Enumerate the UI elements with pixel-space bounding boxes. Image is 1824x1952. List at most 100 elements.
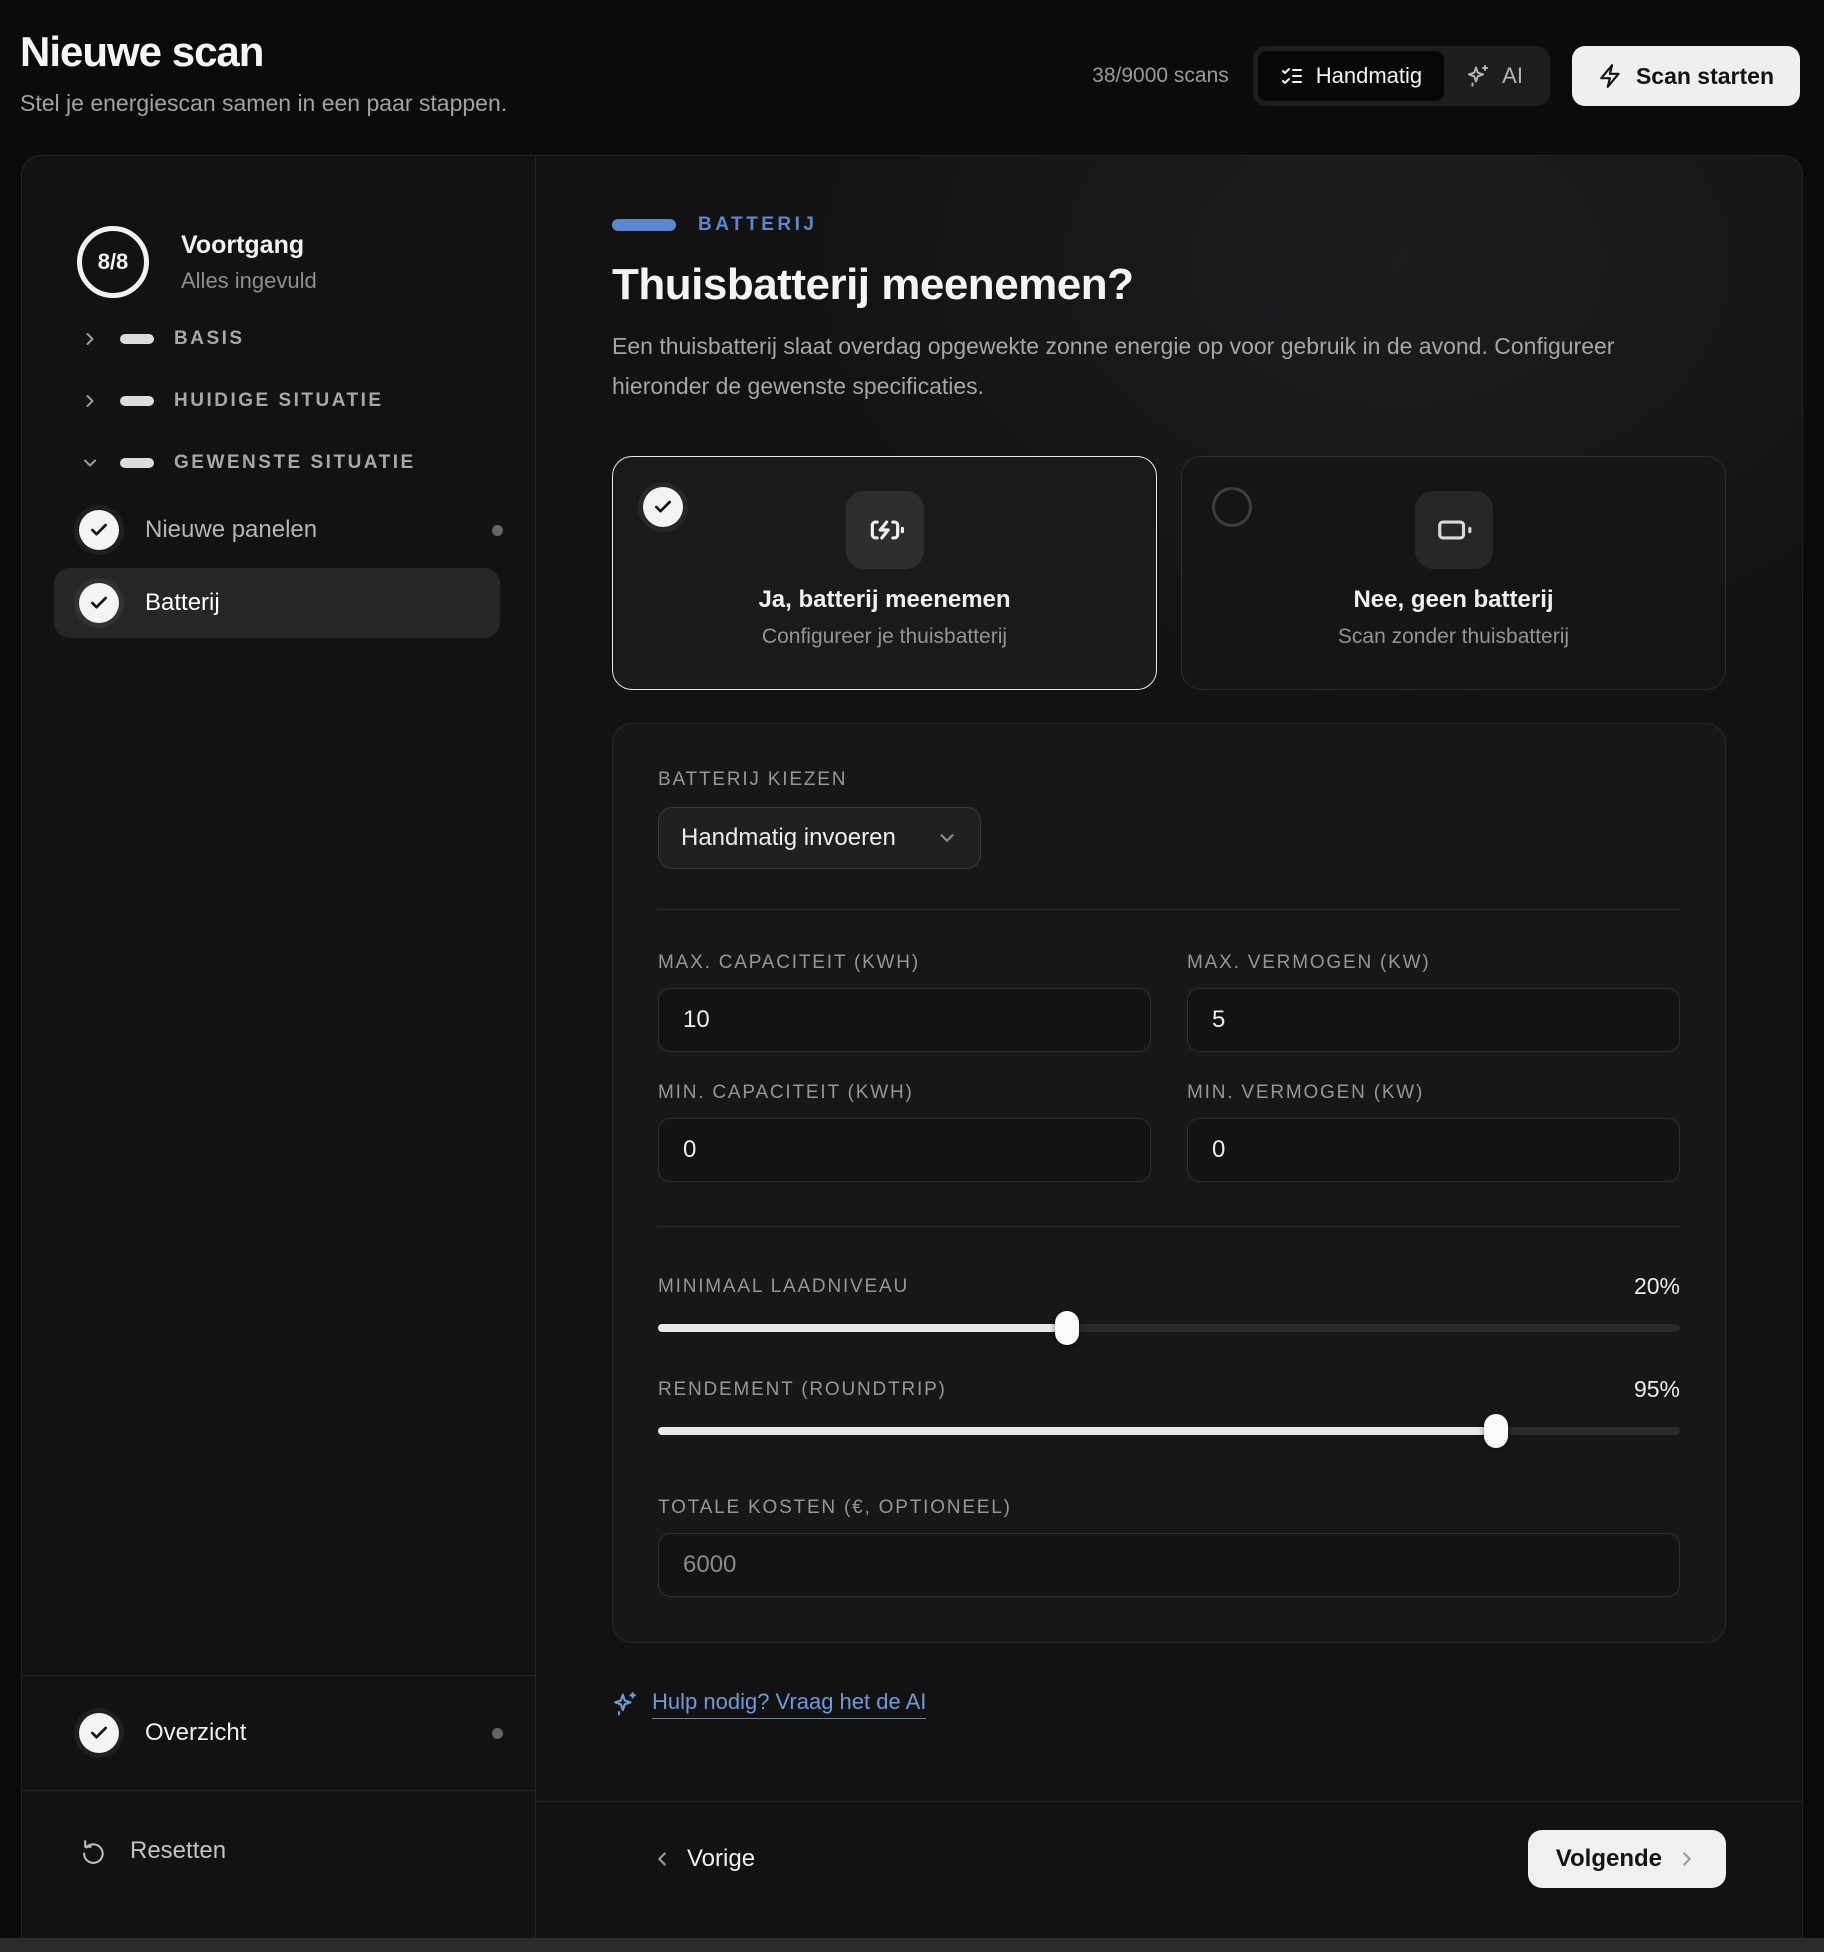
slider-head: MINIMAAL LAADNIVEAU 20% bbox=[658, 1273, 1680, 1300]
battery-charging-icon bbox=[846, 491, 924, 569]
progress-title: Voortgang bbox=[181, 231, 317, 260]
step-description: Een thuisbatterij slaat overdag opgewekt… bbox=[612, 326, 1617, 406]
scan-start-label: Scan starten bbox=[1636, 63, 1774, 90]
option-card-yes[interactable]: Ja, batterij meenemen Configureer je thu… bbox=[612, 456, 1157, 690]
chevron-right-icon bbox=[80, 329, 100, 349]
sidebar-item-nieuwe-panelen[interactable]: Nieuwe panelen bbox=[22, 494, 535, 566]
lightning-icon bbox=[1598, 63, 1624, 89]
scan-start-button[interactable]: Scan starten bbox=[1572, 46, 1800, 106]
sidebar-item-label: Nieuwe panelen bbox=[145, 516, 317, 544]
sparkles-icon bbox=[612, 1691, 638, 1717]
sidebar-section-label: HUIDIGE SITUATIE bbox=[174, 390, 384, 412]
slider-track[interactable] bbox=[658, 1427, 1680, 1435]
mode-ai-label: AI bbox=[1502, 63, 1523, 89]
check-circle-icon bbox=[79, 1713, 119, 1753]
progress-ring: 8/8 bbox=[77, 226, 149, 298]
selected-check-icon bbox=[643, 487, 683, 527]
slider-roundtrip-efficiency: RENDEMENT (ROUNDTRIP) 95% bbox=[658, 1376, 1680, 1435]
field-label: MIN. CAPACITEIT (KWH) bbox=[658, 1082, 1151, 1104]
ai-help-label: Hulp nodig? Vraag het de AI bbox=[652, 1689, 926, 1719]
main-inner: BATTERIJ Thuisbatterij meenemen? Een thu… bbox=[612, 156, 1726, 1722]
slider-thumb[interactable] bbox=[1484, 1414, 1508, 1448]
option-card-no[interactable]: Nee, geen batterij Scan zonder thuisbatt… bbox=[1181, 456, 1726, 690]
ai-help-link[interactable]: Hulp nodig? Vraag het de AI bbox=[612, 1689, 926, 1719]
mode-manual-button[interactable]: Handmatig bbox=[1258, 51, 1444, 101]
mode-ai-button[interactable]: AI bbox=[1444, 51, 1545, 101]
section-progress-pill bbox=[120, 334, 154, 344]
min-capacity-input[interactable] bbox=[658, 1118, 1151, 1182]
chevron-left-icon bbox=[651, 1848, 673, 1870]
slider-fill bbox=[658, 1427, 1496, 1435]
slider-head: RENDEMENT (ROUNDTRIP) 95% bbox=[658, 1376, 1680, 1403]
slider-min-charge-level: MINIMAAL LAADNIVEAU 20% bbox=[658, 1273, 1680, 1332]
slider-fill bbox=[658, 1324, 1067, 1332]
wizard-footer: Vorige Volgende bbox=[537, 1801, 1802, 1938]
chevron-down-icon bbox=[80, 453, 100, 473]
slider-value: 95% bbox=[1634, 1376, 1680, 1403]
slider-thumb[interactable] bbox=[1055, 1311, 1079, 1345]
sidebar-section-basis[interactable]: BASIS bbox=[22, 308, 535, 370]
sidebar: 8/8 Voortgang Alles ingevuld BASIS HUID bbox=[22, 156, 536, 1938]
section-progress-pill bbox=[120, 458, 154, 468]
sidebar-item-label: Overzicht bbox=[145, 1719, 246, 1747]
sidebar-section-label: GEWENSTE SITUATIE bbox=[174, 452, 416, 474]
slider-track[interactable] bbox=[658, 1324, 1680, 1332]
content-panel: 8/8 Voortgang Alles ingevuld BASIS HUID bbox=[21, 155, 1803, 1938]
section-tag: BATTERIJ bbox=[612, 156, 1726, 236]
battery-select-dropdown[interactable]: Handmatig invoeren bbox=[658, 807, 981, 869]
progress-subtitle: Alles ingevuld bbox=[181, 268, 317, 294]
page-subtitle: Stel je energiescan samen in een paar st… bbox=[20, 90, 507, 117]
radio-unselected-icon bbox=[1212, 487, 1252, 527]
section-tag-label: BATTERIJ bbox=[698, 214, 817, 236]
status-dot bbox=[492, 525, 503, 536]
sidebar-item-batterij[interactable]: Batterij bbox=[54, 568, 500, 638]
previous-button[interactable]: Vorige bbox=[651, 1830, 755, 1888]
field-total-cost: TOTALE KOSTEN (€, OPTIONEEL) bbox=[658, 1497, 1680, 1597]
status-dot bbox=[492, 1728, 503, 1739]
list-checks-icon bbox=[1280, 64, 1304, 88]
divider bbox=[658, 1226, 1680, 1227]
progress-fraction: 8/8 bbox=[98, 249, 129, 275]
battery-select-value: Handmatig invoeren bbox=[681, 824, 896, 852]
field-min-capacity: MIN. CAPACITEIT (KWH) bbox=[658, 1082, 1151, 1182]
step-heading: Thuisbatterij meenemen? bbox=[612, 260, 1726, 310]
previous-label: Vorige bbox=[687, 1845, 755, 1873]
divider bbox=[658, 909, 1680, 910]
capacity-fields: MAX. CAPACITEIT (KWH) MAX. VERMOGEN (KW)… bbox=[658, 952, 1680, 1182]
field-label: TOTALE KOSTEN (€, OPTIONEEL) bbox=[658, 1497, 1680, 1519]
page-title: Nieuwe scan bbox=[20, 28, 507, 76]
sidebar-section-huidige-situatie[interactable]: HUIDIGE SITUATIE bbox=[22, 370, 535, 432]
battery-options: Ja, batterij meenemen Configureer je thu… bbox=[612, 456, 1726, 690]
progress-summary: 8/8 Voortgang Alles ingevuld bbox=[22, 156, 535, 298]
sidebar-item-label: Batterij bbox=[145, 589, 220, 617]
max-capacity-input[interactable] bbox=[658, 988, 1151, 1052]
chevron-right-icon bbox=[1676, 1848, 1698, 1870]
sidebar-nav: BASIS HUIDIGE SITUATIE GEWENSTE SITUATIE bbox=[22, 308, 535, 638]
field-label: MAX. VERMOGEN (KW) bbox=[1187, 952, 1680, 974]
next-label: Volgende bbox=[1556, 1845, 1662, 1873]
sidebar-section-gewenste-situatie[interactable]: GEWENSTE SITUATIE bbox=[22, 432, 535, 494]
sidebar-item-overzicht[interactable]: Overzicht bbox=[22, 1691, 535, 1775]
sparkles-icon bbox=[1466, 64, 1490, 88]
divider bbox=[22, 1675, 535, 1676]
battery-select-label: BATTERIJ KIEZEN bbox=[658, 769, 1680, 791]
slider-value: 20% bbox=[1634, 1273, 1680, 1300]
slider-label: RENDEMENT (ROUNDTRIP) bbox=[658, 1379, 947, 1401]
mode-toggle: Handmatig AI bbox=[1253, 46, 1550, 106]
reset-button[interactable]: Resetten bbox=[22, 1811, 535, 1891]
next-button[interactable]: Volgende bbox=[1528, 1830, 1726, 1888]
max-power-input[interactable] bbox=[1187, 988, 1680, 1052]
option-title: Ja, batterij meenemen bbox=[758, 586, 1010, 614]
field-max-power: MAX. VERMOGEN (KW) bbox=[1187, 952, 1680, 1052]
battery-form: BATTERIJ KIEZEN Handmatig invoeren MAX. … bbox=[612, 723, 1726, 1643]
min-power-input[interactable] bbox=[1187, 1118, 1680, 1182]
header-text: Nieuwe scan Stel je energiescan samen in… bbox=[20, 28, 507, 117]
total-cost-input[interactable] bbox=[658, 1533, 1680, 1597]
scans-counter: 38/9000 scans bbox=[1092, 64, 1229, 88]
header-actions: 38/9000 scans Handmatig AI Scan starten bbox=[1092, 46, 1800, 106]
check-circle-icon bbox=[79, 583, 119, 623]
option-subtitle: Configureer je thuisbatterij bbox=[762, 625, 1007, 649]
option-title: Nee, geen batterij bbox=[1353, 586, 1553, 614]
chevron-right-icon bbox=[80, 391, 100, 411]
battery-icon bbox=[1415, 491, 1493, 569]
